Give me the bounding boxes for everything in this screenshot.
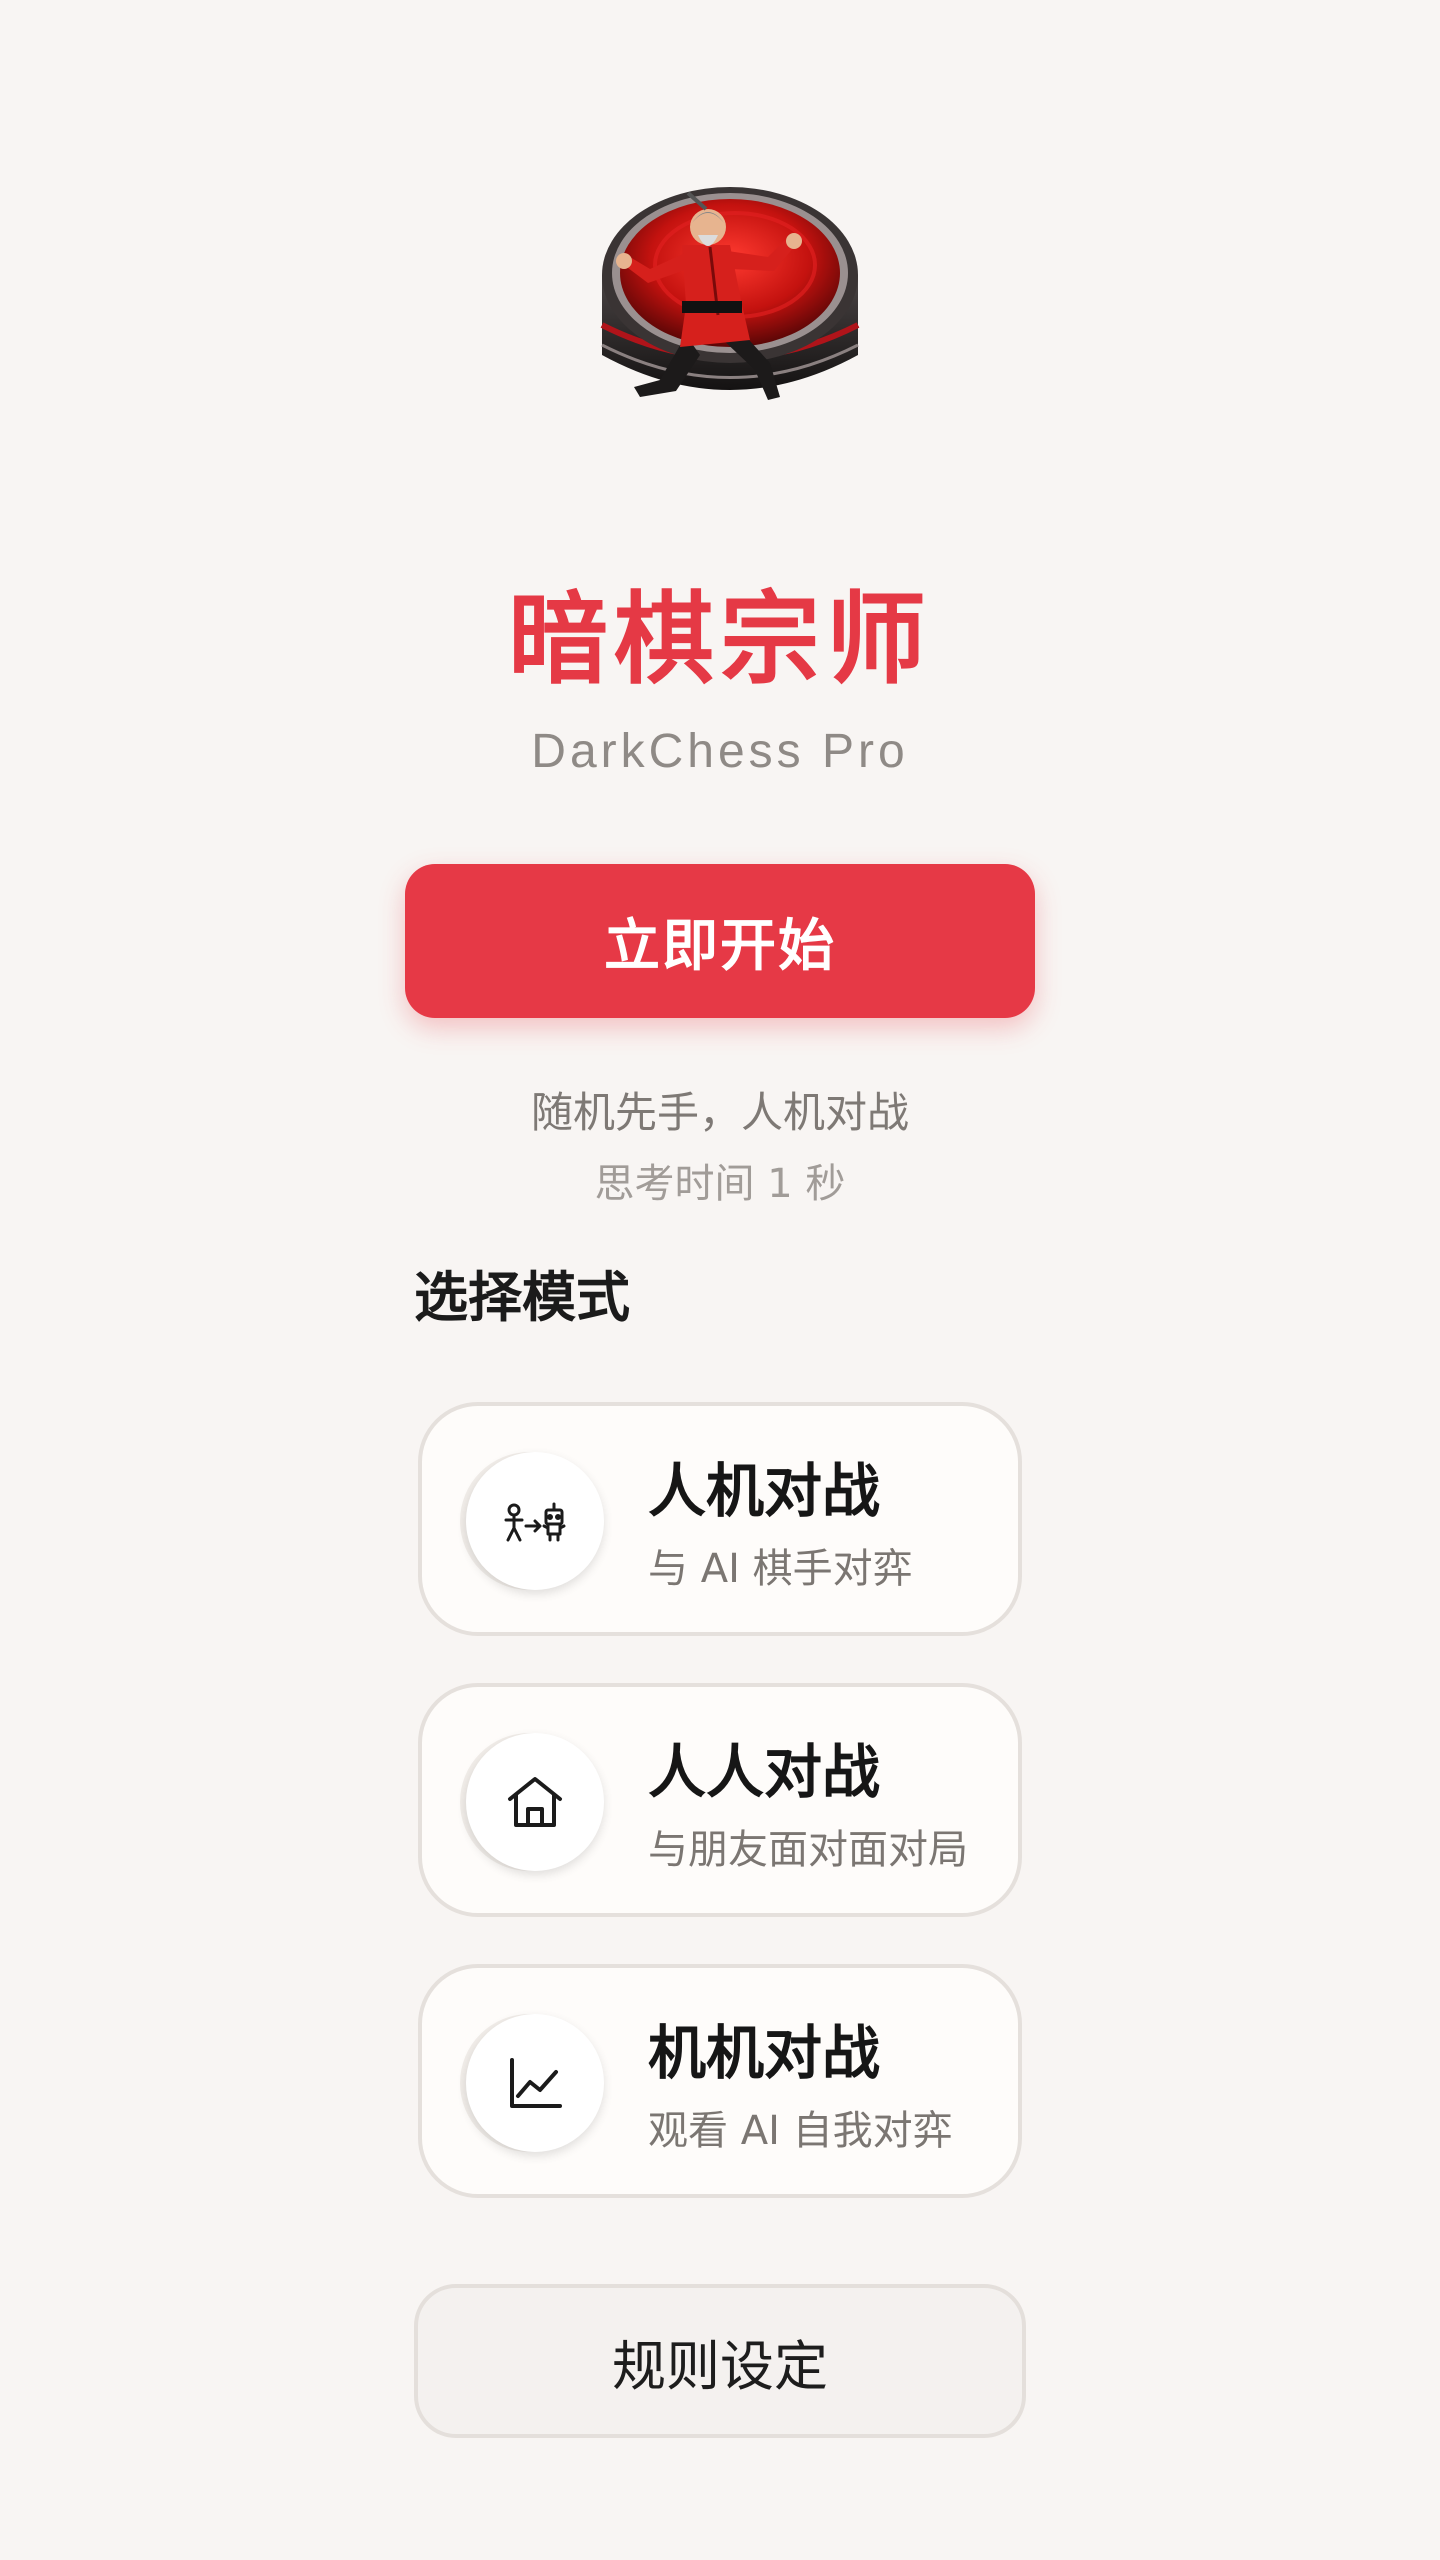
mode-title: 人机对战 bbox=[648, 1457, 881, 1525]
line-chart-icon bbox=[510, 2058, 562, 2108]
kungfu-master-on-chess-piece-icon bbox=[600, 187, 860, 400]
mode-card-human-vs-human[interactable]: 人人对战 与朋友面对面对局 bbox=[418, 1683, 1022, 1917]
home-icon bbox=[508, 1777, 562, 1827]
mode-card-ai-vs-ai[interactable]: 机机对战 观看 AI 自我对弈 bbox=[418, 1964, 1022, 2198]
mode-title: 机机对战 bbox=[648, 2019, 881, 2087]
start-hint: 随机先手，人机对战 bbox=[530, 1088, 909, 1137]
app-title: 暗棋宗师 bbox=[508, 581, 932, 698]
mode-description: 与朋友面对面对局 bbox=[648, 1827, 968, 1873]
app-subtitle: DarkChess Pro bbox=[531, 725, 909, 778]
mode-section-title: 选择模式 bbox=[414, 1266, 630, 1329]
mode-card-human-vs-ai[interactable]: 人机对战 与 AI 棋手对弈 bbox=[418, 1402, 1022, 1636]
mode-icon-badge bbox=[466, 1733, 604, 1871]
start-button[interactable]: 立即开始 bbox=[405, 864, 1035, 1018]
app-logo bbox=[590, 165, 870, 425]
mode-description: 与 AI 棋手对弈 bbox=[648, 1546, 913, 1592]
mode-icon-badge bbox=[466, 1452, 604, 1590]
mode-title: 人人对战 bbox=[648, 1738, 881, 1806]
rules-settings-button[interactable]: 规则设定 bbox=[414, 2284, 1026, 2438]
mode-description: 观看 AI 自我对弈 bbox=[648, 2108, 953, 2154]
person-vs-robot-icon bbox=[504, 1502, 566, 1542]
thinking-time-hint: 思考时间 1 秒 bbox=[594, 1161, 846, 1207]
mode-icon-badge bbox=[466, 2014, 604, 2152]
